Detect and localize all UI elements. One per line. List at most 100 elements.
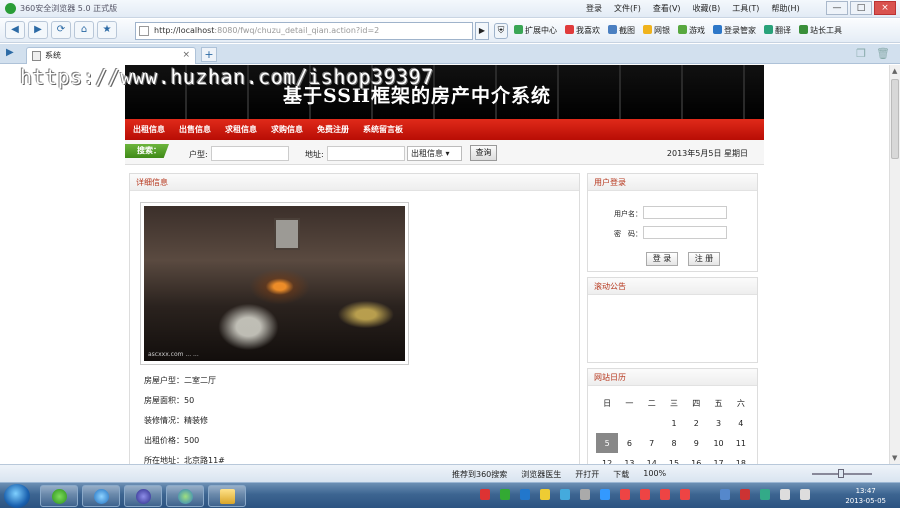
zoom-slider[interactable]	[812, 469, 872, 478]
tray-qq-icon[interactable]	[620, 489, 630, 500]
site-menu-rent-info[interactable]: 出租信息	[133, 124, 165, 135]
calendar-day[interactable]: 6	[618, 433, 640, 453]
calendar-day[interactable]: 2	[685, 413, 707, 433]
taskbar-ie[interactable]	[82, 485, 120, 507]
scroll-thumb[interactable]	[891, 79, 899, 159]
tray-app-icon[interactable]	[480, 489, 490, 500]
address-input[interactable]	[327, 146, 405, 161]
calendar-day[interactable]: 15	[663, 453, 685, 465]
tab-system[interactable]: 系统 ×	[26, 47, 196, 64]
register-button[interactable]: 注 册	[688, 252, 720, 266]
calendar-day[interactable]: 16	[685, 453, 707, 465]
refresh-icon[interactable]: ⟳	[51, 21, 71, 39]
tray-volume-icon[interactable]	[800, 489, 810, 500]
status-download[interactable]: 下载	[613, 469, 629, 480]
browser-nav-bar: ◀ ▶ ⟳ ⌂ ★ http://localhost:8080/fwq/chuz…	[0, 19, 900, 43]
menu-help[interactable]: 帮助(H)	[771, 3, 799, 14]
tool-bank[interactable]: 网银	[643, 25, 670, 36]
login-panel: 用户登录 用户名： 密 码： 登 录 注 册	[587, 173, 758, 272]
tray-qq-icon[interactable]	[680, 489, 690, 500]
status-zoom[interactable]: 100%	[643, 469, 666, 480]
tray-qq-icon[interactable]	[660, 489, 670, 500]
sidebar-toggle-icon[interactable]: ▶	[6, 47, 14, 58]
tray-app-icon[interactable]	[560, 489, 570, 500]
tool-like[interactable]: 我喜欢	[565, 25, 600, 36]
taskbar-360-browser[interactable]	[40, 485, 78, 507]
site-menu-want-buy[interactable]: 求购信息	[271, 124, 303, 135]
close-window-button[interactable]: ×	[874, 1, 896, 15]
calendar-day[interactable]: 4	[730, 413, 752, 433]
calendar-day[interactable]: 1	[663, 413, 685, 433]
tray-shield-icon[interactable]	[740, 489, 750, 500]
tray-app-icon[interactable]	[600, 489, 610, 500]
trash-icon[interactable]: 🗑	[876, 47, 890, 60]
calendar-day[interactable]: 18	[730, 453, 752, 465]
menu-login[interactable]: 登录	[586, 3, 602, 14]
taskbar-clock[interactable]: 13:47 2013-05-05	[845, 486, 886, 506]
calendar-day[interactable]: 5	[596, 433, 619, 453]
scroll-up-icon[interactable]: ▲	[892, 67, 897, 75]
tool-webmaster[interactable]: 站长工具	[799, 25, 842, 36]
username-input[interactable]	[643, 206, 727, 219]
tool-extensions[interactable]: 扩展中心	[514, 25, 557, 36]
tray-device-icon[interactable]	[780, 489, 790, 500]
site-menu-register[interactable]: 免费注册	[317, 124, 349, 135]
calendar-day[interactable]: 11	[730, 433, 752, 453]
menu-tools[interactable]: 工具(T)	[732, 3, 759, 14]
go-arrow-icon[interactable]: ▶	[475, 22, 489, 40]
tray-app-icon[interactable]	[540, 489, 550, 500]
forward-icon[interactable]: ▶	[28, 21, 48, 39]
back-icon[interactable]: ◀	[5, 21, 25, 39]
site-menu-want-rent[interactable]: 求租信息	[225, 124, 257, 135]
minimize-button[interactable]: —	[826, 1, 848, 15]
app-icon	[178, 489, 193, 504]
tray-network-icon[interactable]	[720, 489, 730, 500]
calendar-day[interactable]: 14	[641, 453, 663, 465]
taskbar-explorer[interactable]	[208, 485, 246, 507]
favorite-star-icon[interactable]: ★	[97, 21, 117, 39]
zoom-slider-knob[interactable]	[838, 469, 844, 478]
close-tab-icon[interactable]: ×	[182, 48, 190, 63]
calendar-day[interactable]: 3	[707, 413, 729, 433]
menu-view[interactable]: 查看(V)	[653, 3, 681, 14]
site-menu-guestbook[interactable]: 系统留言板	[363, 124, 403, 135]
tool-games[interactable]: 游戏	[678, 25, 705, 36]
tray-qq-icon[interactable]	[640, 489, 650, 500]
login-button[interactable]: 登 录	[646, 252, 678, 266]
tool-login-manager[interactable]: 登录管家	[713, 25, 756, 36]
password-input[interactable]	[643, 226, 727, 239]
category-select[interactable]: 出租信息 ▾	[407, 146, 462, 161]
tray-app-icon[interactable]	[520, 489, 530, 500]
vertical-scrollbar[interactable]: ▲ ▼	[889, 65, 900, 464]
start-button-icon[interactable]	[4, 484, 30, 508]
tray-app-icon[interactable]	[500, 489, 510, 500]
calendar-day[interactable]: 7	[641, 433, 663, 453]
taskbar-app[interactable]	[166, 485, 204, 507]
calendar-day[interactable]: 10	[707, 433, 729, 453]
site-menu-sale-info[interactable]: 出售信息	[179, 124, 211, 135]
scroll-down-icon[interactable]: ▼	[892, 454, 897, 462]
status-open[interactable]: 开打开	[575, 469, 599, 480]
address-bar[interactable]: http://localhost:8080/fwq/chuzu_detail_q…	[135, 22, 473, 40]
window-tile-icon[interactable]: ❐	[856, 47, 866, 60]
query-button[interactable]: 查询	[470, 145, 497, 161]
tool-translate[interactable]: 翻译	[764, 25, 791, 36]
maximize-button[interactable]: □	[850, 1, 872, 15]
calendar-day[interactable]: 13	[618, 453, 640, 465]
tool-screenshot[interactable]: 截图	[608, 25, 635, 36]
security-shield-icon[interactable]: ⛨	[494, 23, 508, 39]
new-tab-button[interactable]: +	[201, 47, 217, 62]
calendar-day[interactable]: 17	[707, 453, 729, 465]
menu-favorites[interactable]: 收藏(B)	[693, 3, 721, 14]
status-browser-doctor[interactable]: 浏览器医生	[521, 469, 561, 480]
tray-app-icon[interactable]	[580, 489, 590, 500]
taskbar-eclipse[interactable]	[124, 485, 162, 507]
home-icon[interactable]: ⌂	[74, 21, 94, 39]
status-recommend-360[interactable]: 推荐到360搜索	[452, 469, 507, 480]
menu-file[interactable]: 文件(F)	[614, 3, 641, 14]
calendar-day[interactable]: 8	[663, 433, 685, 453]
calendar-day[interactable]: 9	[685, 433, 707, 453]
tray-app-icon[interactable]	[760, 489, 770, 500]
calendar-day[interactable]: 12	[596, 453, 618, 465]
huxing-input[interactable]	[211, 146, 289, 161]
